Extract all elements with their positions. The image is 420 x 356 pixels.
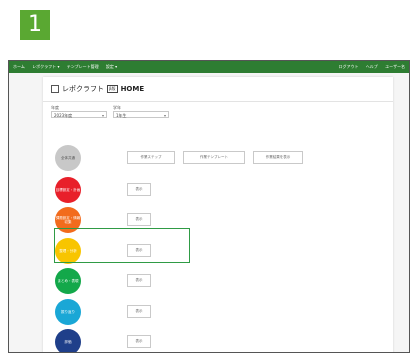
category-circle: まとめ・表現 bbox=[55, 268, 81, 294]
class-select-value: 1年生 bbox=[116, 113, 127, 118]
top-navigation-bar: ホーム レポクラフト ▾ テンプレート管理 設定 ▾ ログアウト ヘルプ ユーザ… bbox=[9, 61, 409, 73]
year-select-value: 2023年度 bbox=[54, 113, 73, 118]
nav-item-repocraft[interactable]: レポクラフト ▾ bbox=[32, 64, 59, 69]
chevron-down-icon: ▾ bbox=[101, 113, 104, 118]
header-divider bbox=[43, 101, 393, 102]
top-right-menu: ログアウト ヘルプ ユーザー名 bbox=[333, 61, 405, 73]
category-action-button[interactable]: 表示 bbox=[127, 213, 151, 226]
screenshot-frame: ホーム レポクラフト ▾ テンプレート管理 設定 ▾ ログアウト ヘルプ ユーザ… bbox=[8, 60, 410, 353]
page-title: HOME bbox=[120, 85, 145, 93]
category-action-button[interactable]: 作業ステップ bbox=[127, 151, 175, 164]
beta-tag: β版 bbox=[107, 85, 118, 93]
category-circle: 目標設定・計画 bbox=[55, 177, 81, 203]
document-icon bbox=[51, 85, 59, 93]
category-action-button[interactable]: 表示 bbox=[127, 183, 151, 196]
category-action-button[interactable]: 作業テンプレート bbox=[183, 151, 245, 164]
logout-link[interactable]: ログアウト bbox=[339, 64, 359, 69]
category-circle: 評価 bbox=[55, 329, 81, 352]
page-header: レポクラフト β版 HOME bbox=[51, 83, 144, 95]
category-circle: 全体共通 bbox=[55, 145, 81, 171]
app-name: レポクラフト bbox=[62, 85, 104, 93]
category-action-button[interactable]: 作業結果を表示 bbox=[253, 151, 303, 164]
year-select[interactable]: 2023年度 ▾ bbox=[51, 111, 107, 118]
class-select[interactable]: 1年生 ▾ bbox=[113, 111, 169, 118]
nav-item-settings[interactable]: 設定 ▾ bbox=[106, 64, 117, 69]
nav-item-home[interactable]: ホーム bbox=[13, 64, 25, 69]
step-number-badge: 1 bbox=[20, 10, 50, 40]
category-circle: 振り返り bbox=[55, 299, 81, 325]
nav-item-templates[interactable]: テンプレート管理 bbox=[67, 64, 99, 69]
help-link[interactable]: ヘルプ bbox=[366, 64, 378, 69]
main-card: レポクラフト β版 HOME 年度 2023年度 ▾ 学年 1年生 ▾ 全体共通… bbox=[43, 77, 393, 352]
chevron-down-icon: ▾ bbox=[163, 113, 166, 118]
highlight-box bbox=[54, 228, 190, 263]
top-nav: ホーム レポクラフト ▾ テンプレート管理 設定 ▾ bbox=[13, 61, 123, 73]
category-action-button[interactable]: 表示 bbox=[127, 335, 151, 348]
user-name[interactable]: ユーザー名 bbox=[385, 64, 405, 69]
category-action-button[interactable]: 表示 bbox=[127, 305, 151, 318]
category-action-button[interactable]: 表示 bbox=[127, 274, 151, 287]
